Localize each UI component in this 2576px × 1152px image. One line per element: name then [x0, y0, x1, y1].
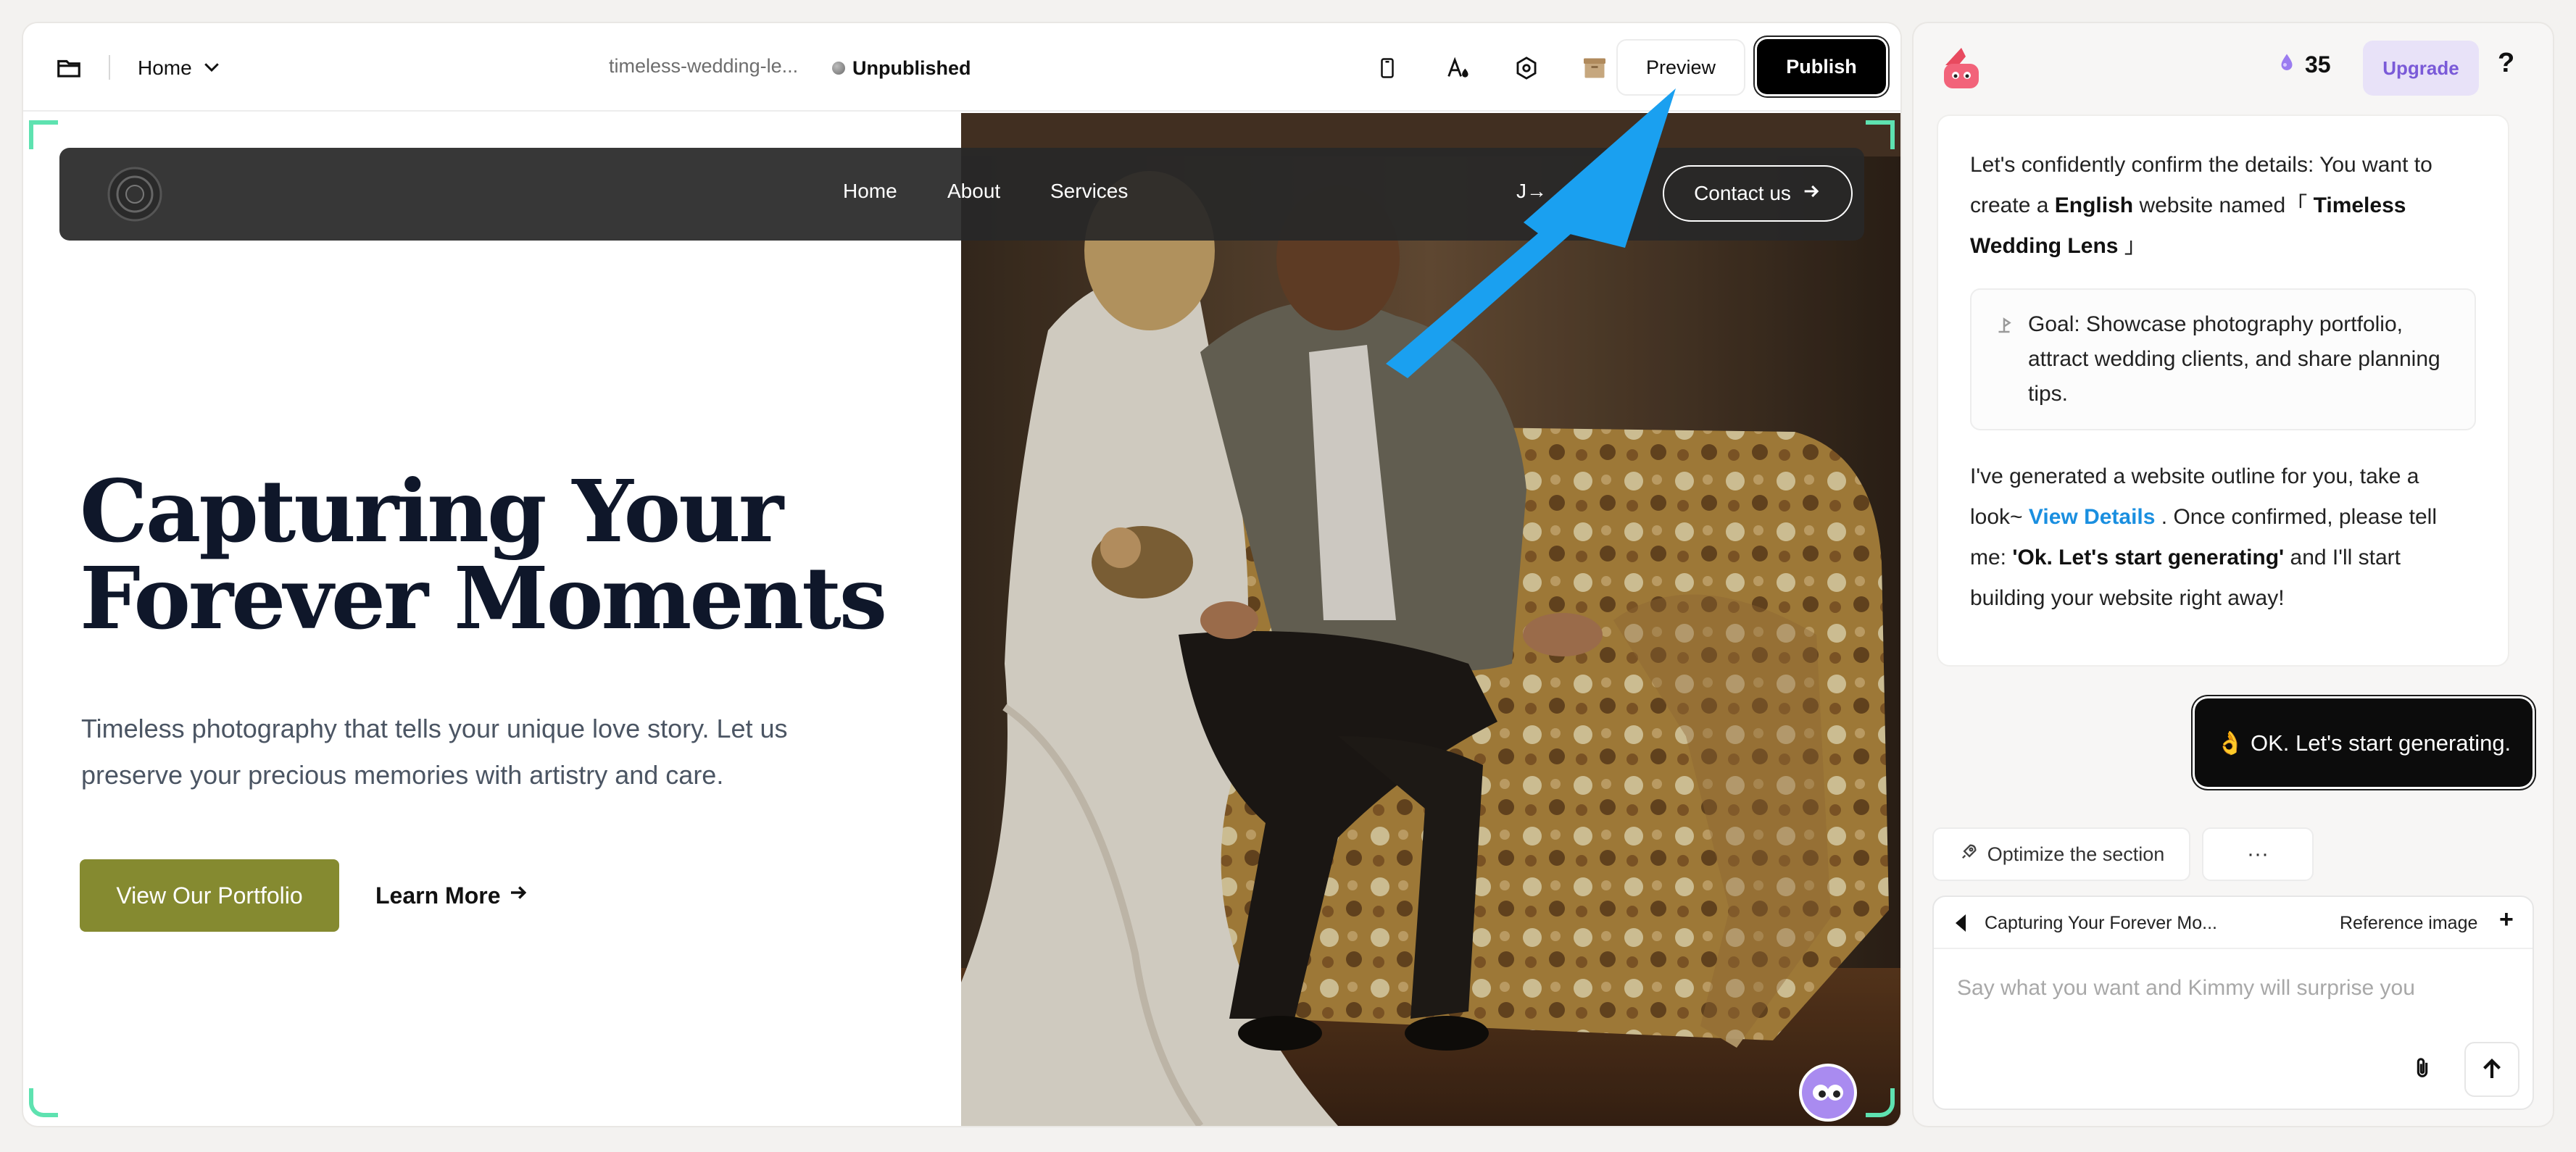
publish-button[interactable]: Publish	[1757, 39, 1886, 94]
hero-subtitle-line-1: Timeless photography that tells your uni…	[81, 714, 788, 743]
chat-input[interactable]	[1957, 971, 2508, 1006]
view-portfolio-button[interactable]: View Our Portfolio	[80, 859, 339, 932]
site-slug: timeless-wedding-le...	[609, 55, 799, 77]
selection-corner-top-right	[1866, 120, 1895, 149]
arrow-right-icon	[1801, 181, 1821, 206]
editor-toolbar: Home timeless-wedding-le... Unpublished …	[23, 23, 1900, 112]
selection-corner-bottom-right	[1866, 1088, 1895, 1117]
goal-target-icon	[1993, 312, 2015, 333]
nav-link-services[interactable]: Services	[1050, 180, 1128, 203]
more-options-button[interactable]: ···	[2202, 827, 2314, 881]
confirm-text: Let's confidently confirm the details: Y…	[1970, 145, 2476, 267]
text-color-icon[interactable]	[1441, 52, 1473, 84]
hero-title-line-1: Capturing Your	[80, 461, 784, 562]
chevron-down-icon	[201, 56, 223, 81]
context-section-label[interactable]: Capturing Your Forever Mo...	[1985, 913, 2217, 934]
kimmy-logo-icon	[1937, 43, 1986, 93]
outline-text: I've generated a website outline for you…	[1970, 456, 2476, 619]
arrow-up-icon	[2483, 1059, 2501, 1078]
arrow-right-icon	[507, 882, 529, 909]
upgrade-button[interactable]: Upgrade	[2363, 41, 2479, 96]
contact-us-label: Contact us	[1694, 182, 1791, 204]
credits-gem-icon	[2276, 51, 2298, 79]
add-reference-icon[interactable]: +	[2499, 906, 2514, 934]
site-canvas: Home About Services J→ Contact us Captur…	[23, 113, 1900, 1126]
view-details-link[interactable]: View Details	[2029, 505, 2156, 529]
learn-more-label: Learn More	[375, 882, 501, 909]
goal-text: Goal: Showcase photography portfolio, at…	[2028, 312, 2440, 406]
learn-more-link[interactable]: Learn More	[375, 878, 529, 913]
message-composer: Capturing Your Forever Mo... Reference i…	[1932, 896, 2534, 1110]
start-command-text: 'Ok. Let's start generating'	[2012, 546, 2285, 569]
hero-image	[961, 113, 1900, 1126]
mobile-device-icon[interactable]	[1371, 52, 1403, 84]
package-box-icon[interactable]	[1579, 52, 1611, 84]
hero-title: Capturing Your Forever Moments	[80, 468, 950, 642]
assistant-avatar-icon[interactable]	[1799, 1064, 1857, 1122]
publish-status: Unpublished	[832, 52, 971, 84]
assistant-message: Let's confidently confirm the details: Y…	[1937, 114, 2509, 667]
language-value: English	[2054, 193, 2134, 217]
reference-image-button[interactable]: Reference image	[2340, 913, 2477, 934]
contact-us-button[interactable]: Contact us	[1663, 165, 1853, 222]
optimize-section-button[interactable]: Optimize the section	[1932, 827, 2190, 881]
optimize-section-label: Optimize the section	[1987, 843, 2165, 865]
toolbar-divider	[109, 55, 110, 80]
publish-status-label: Unpublished	[852, 57, 971, 79]
caret-left-icon[interactable]	[1956, 914, 1966, 932]
help-icon[interactable]: ?	[2498, 48, 2514, 79]
nav-partial-link[interactable]: J→	[1516, 180, 1547, 203]
composer-context-bar: Capturing Your Forever Mo... Reference i…	[1934, 897, 2533, 949]
selection-corner-top-left	[29, 120, 58, 149]
attachment-icon[interactable]	[2406, 1052, 2438, 1084]
website-named-text: website named「	[2139, 193, 2308, 217]
close-bracket: 」	[2124, 234, 2146, 258]
page-selector-label: Home	[138, 57, 192, 79]
status-dot-icon	[832, 62, 845, 75]
ai-chat-panel: 35 Upgrade ? Let's confidently confirm t…	[1914, 23, 2553, 1126]
site-navbar: Home About Services J→ Contact us	[59, 148, 1864, 241]
hero-title-line-2: Forever Moments	[80, 548, 887, 648]
editor-panel: Home timeless-wedding-le... Unpublished …	[23, 23, 1900, 1126]
goal-card: Goal: Showcase photography portfolio, at…	[1970, 288, 2476, 430]
selection-corner-bottom-left	[29, 1088, 58, 1117]
user-message: 👌 OK. Let's start generating.	[2195, 698, 2533, 787]
site-logo-icon[interactable]	[106, 165, 164, 223]
rocket-icon	[1958, 842, 1979, 867]
folder-icon[interactable]	[55, 54, 83, 82]
credits-count: 35	[2305, 51, 2331, 78]
credits-counter[interactable]: 35	[2276, 51, 2331, 79]
send-button[interactable]	[2464, 1042, 2519, 1097]
preview-button[interactable]: Preview	[1616, 39, 1745, 96]
page-selector[interactable]: Home	[138, 52, 223, 84]
nav-link-home[interactable]: Home	[843, 180, 897, 203]
settings-gear-icon[interactable]	[1511, 52, 1542, 84]
hero-subtitle: Timeless photography that tells your uni…	[81, 706, 878, 798]
nav-link-about[interactable]: About	[947, 180, 1000, 203]
hero-subtitle-line-2: preserve your precious memories with art…	[81, 760, 724, 790]
